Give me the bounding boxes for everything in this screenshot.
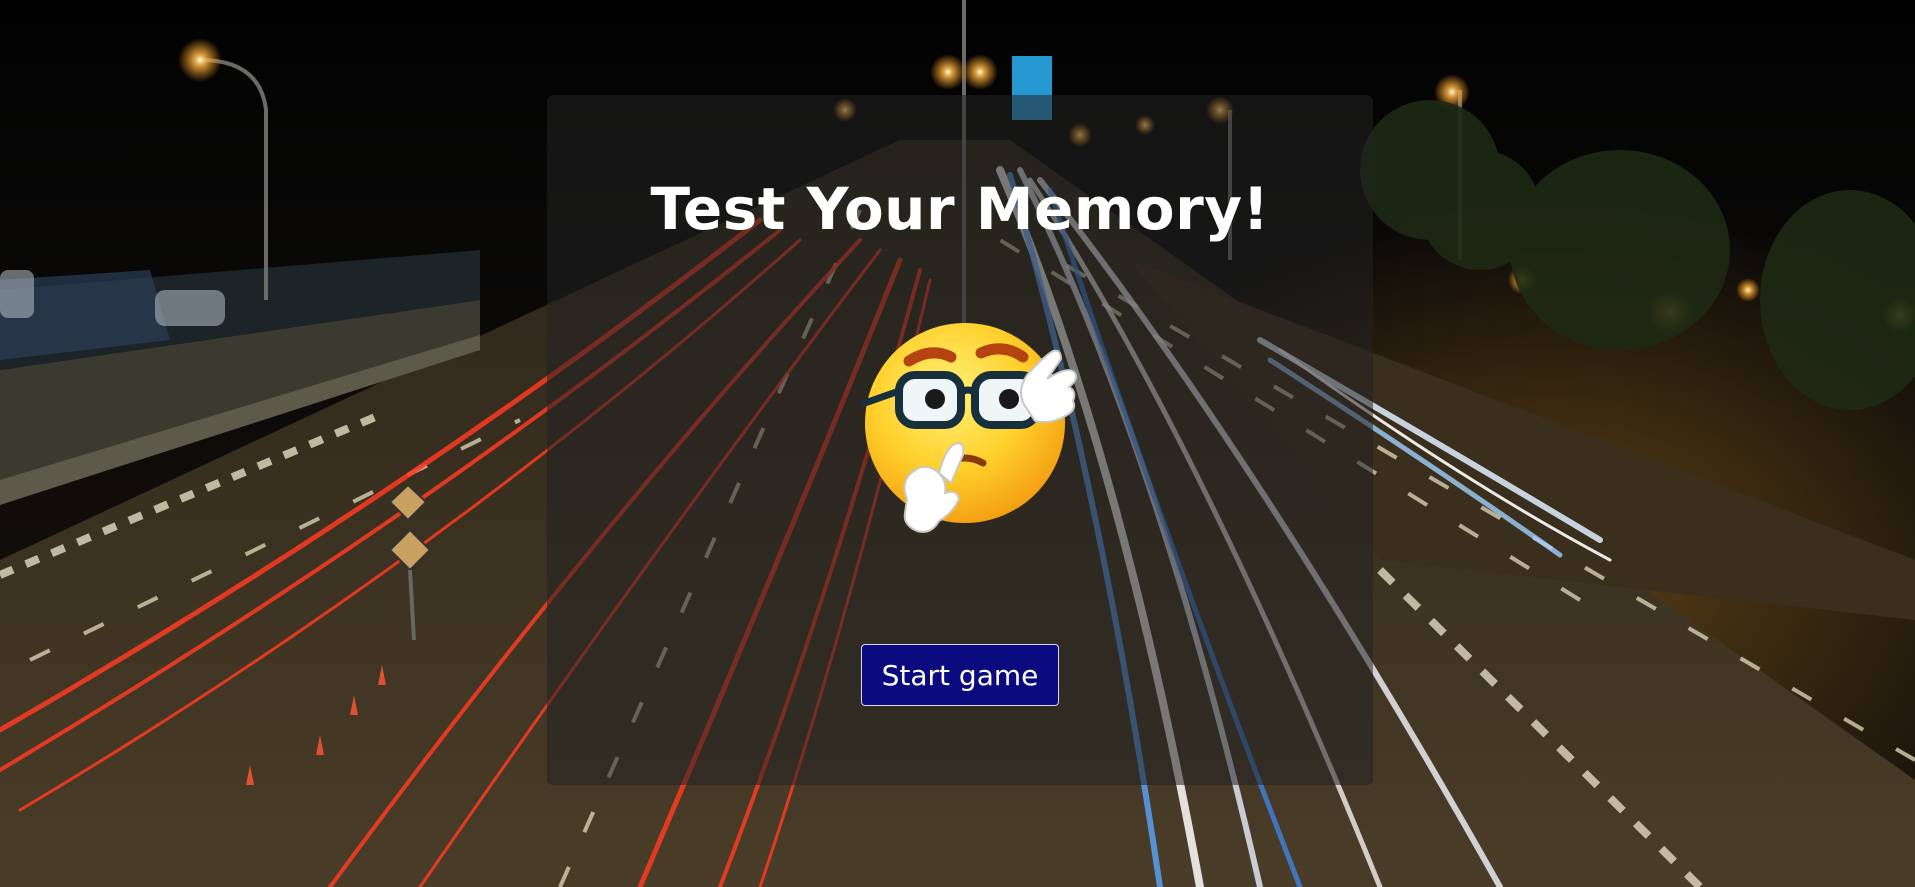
thinking-face-with-glasses-icon [861, 323, 1078, 533]
game-page: Test Your Memory! Start game [0, 0, 1915, 887]
game-start-card: Test Your Memory! Start game [547, 95, 1373, 785]
page-title: Test Your Memory! [650, 175, 1270, 243]
start-game-button[interactable]: Start game [861, 644, 1059, 706]
